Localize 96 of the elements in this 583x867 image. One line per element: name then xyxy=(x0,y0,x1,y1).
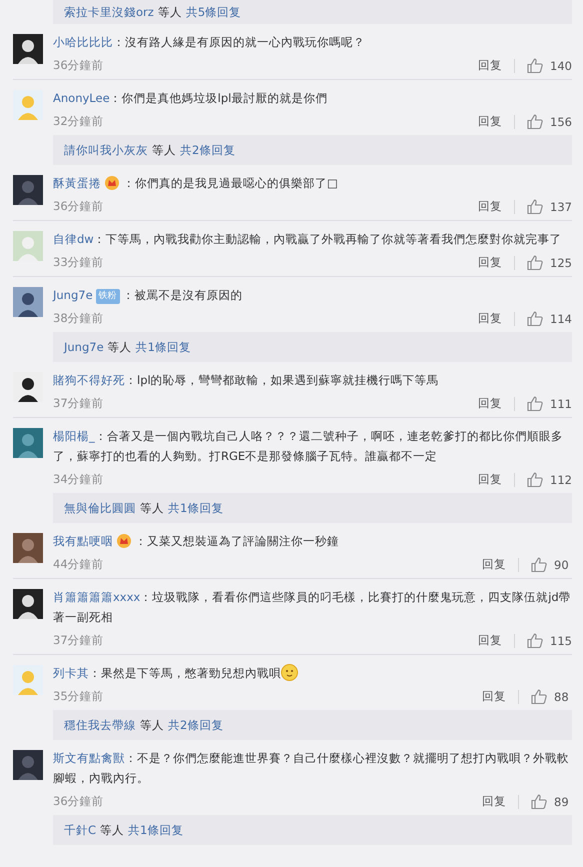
comment-time: 35分鐘前 xyxy=(53,689,105,704)
reply-thread-bar[interactable]: 索拉卡里沒錢orz 等人 共5條回复 xyxy=(53,0,572,24)
user-name[interactable]: 楊阳楊_ xyxy=(53,429,95,443)
comment-text: 肖簫簫簫簫xxxx：垃圾戰隊，看看你們這些隊員的叼毛樣，比賽打的什麼鬼玩意，四支隊伍就jd帶著一副死相 xyxy=(53,589,572,626)
reply-button[interactable]: 回复 xyxy=(482,689,506,704)
like-count: 156 xyxy=(550,114,572,128)
like-count: 111 xyxy=(550,396,572,410)
like-count: 140 xyxy=(550,58,572,72)
comment-text: 斯文有點禽獸：不是？你們怎麼能進世界賽？自己什麼樣心裡沒數？就擺明了想打內戰唄？外戰軟腳蝦，內戰內行。 xyxy=(53,750,570,787)
like-count: 88 xyxy=(554,690,570,704)
thumbs-up-icon[interactable] xyxy=(527,199,544,214)
user-name[interactable]: 列卡其 xyxy=(53,666,89,680)
thumbs-up-icon[interactable] xyxy=(527,633,544,648)
like-count: 90 xyxy=(554,558,570,572)
comment-time: 32分鐘前 xyxy=(53,114,105,129)
reply-users-link[interactable]: 請你叫我小灰灰 xyxy=(64,142,148,158)
comment-text: 列卡其：果然是下等馬，憋著勁兒想內戰唄 xyxy=(53,663,572,683)
reply-others-text: 等人 xyxy=(108,340,132,354)
reply-thread-bar[interactable]: 穩住我去帶線 等人 共2條回复 xyxy=(53,710,572,740)
reply-count-link[interactable]: 共5條回复 xyxy=(186,4,242,20)
like-count: 137 xyxy=(550,200,572,214)
thumbs-up-icon[interactable] xyxy=(531,689,547,704)
comment-time: 34分鐘前 xyxy=(53,472,105,487)
reply-users-link[interactable]: Jung7e xyxy=(64,340,104,354)
reply-count-link[interactable]: 共1條回复 xyxy=(136,340,191,354)
reply-count-link[interactable]: 共1條回复 xyxy=(128,822,184,838)
reply-button[interactable]: 回复 xyxy=(482,794,506,809)
user-name[interactable]: 我有點哽咽 xyxy=(53,534,113,548)
reply-others-text: 等人 xyxy=(100,822,124,838)
comment-time: 36分鐘前 xyxy=(53,58,105,73)
reply-users-link[interactable]: 穩住我去帶線 xyxy=(64,718,136,732)
user-name[interactable]: 賭狗不得好死 xyxy=(53,373,125,387)
reply-button[interactable]: 回复 xyxy=(478,58,502,73)
thumbs-up-icon[interactable] xyxy=(527,472,544,487)
user-name[interactable]: Jung7e xyxy=(53,288,93,302)
reply-thread-bar[interactable]: 千針C 等人 共1條回复 xyxy=(53,815,572,845)
reply-button[interactable]: 回复 xyxy=(482,557,506,572)
like-count: 112 xyxy=(550,472,572,486)
thumbs-up-icon[interactable] xyxy=(527,311,544,326)
reply-others-text: 等人 xyxy=(158,4,182,20)
comment-time: 33分鐘前 xyxy=(53,255,105,270)
reply-count-link[interactable]: 共1條回复 xyxy=(168,500,224,516)
thumbs-up-icon[interactable] xyxy=(527,114,544,129)
thumbs-up-icon[interactable] xyxy=(527,58,544,73)
crown-badge-icon xyxy=(104,176,120,190)
user-name[interactable]: AnonyLee xyxy=(53,91,110,105)
reply-thread-bar[interactable]: 無與倫比圓圓 等人 共1條回复 xyxy=(53,493,572,523)
comment-time: 44分鐘前 xyxy=(53,557,105,572)
thumbs-up-icon[interactable] xyxy=(527,396,544,411)
reply-button[interactable]: 回复 xyxy=(478,114,502,129)
comment-time: 37分鐘前 xyxy=(53,633,105,648)
like-count: 115 xyxy=(550,634,572,648)
comment-text: 我有點哽咽 ：又菜又想裝逼為了評論關注你一秒鐘 xyxy=(53,533,340,550)
fan-badge: 铁粉 xyxy=(96,289,120,304)
comment-time: 38分鐘前 xyxy=(53,311,105,326)
user-name[interactable]: 肖簫簫簫簫xxxx xyxy=(53,590,140,604)
reply-thread-bar[interactable]: 請你叫我小灰灰 等人 共2條回复 xyxy=(53,135,572,165)
comment-time: 36分鐘前 xyxy=(53,794,105,809)
comment-time: 36分鐘前 xyxy=(53,199,105,214)
thumbs-up-icon[interactable] xyxy=(531,557,547,572)
reply-others-text: 等人 xyxy=(152,142,176,158)
crown-badge-icon xyxy=(116,534,132,548)
reply-others-text: 等人 xyxy=(140,500,164,516)
reply-button[interactable]: 回复 xyxy=(478,199,502,214)
reply-users-link[interactable]: 索拉卡里沒錢orz xyxy=(64,4,154,20)
user-name[interactable]: 斯文有點禽獸 xyxy=(53,751,125,765)
comment-text: 自律dw：下等馬，內戰我勸你主動認輸，內戰贏了外戰再輸了你就等著看我們怎麼對你就完事了 xyxy=(53,231,563,248)
reply-button[interactable]: 回复 xyxy=(478,396,502,411)
avatar[interactable] xyxy=(13,34,43,64)
comment-text: Jung7e 铁粉 ：被罵不是沒有原因的 xyxy=(53,287,244,305)
reply-button[interactable]: 回复 xyxy=(478,633,502,648)
reply-others-text: 等人 xyxy=(140,718,164,732)
comment-text: AnonyLee：你們是真他媽垃圾lpl最討厭的就是你們 xyxy=(53,90,328,107)
reply-button[interactable]: 回复 xyxy=(478,255,502,270)
like-count: 89 xyxy=(554,794,570,808)
avatar[interactable] xyxy=(13,589,43,619)
user-name[interactable]: 小哈比比比 xyxy=(53,35,113,49)
user-name[interactable]: 自律dw xyxy=(53,232,94,246)
reply-thread-bar[interactable]: Jung7e 等人 共1條回复 xyxy=(53,332,572,362)
reply-button[interactable]: 回复 xyxy=(478,472,502,487)
comment-text: 酥黃蛋捲 ：你們真的是我見過最噁心的俱樂部了□ xyxy=(53,175,339,192)
comment-text: 賭狗不得好死：lpl的恥辱，彎彎都敢輸，如果遇到蘇寧就挂機行嗎下等馬 xyxy=(53,372,440,389)
comment-text: 小哈比比比：沒有路人緣是有原因的就一心內戰玩你嗎呢？ xyxy=(53,34,366,51)
like-count: 114 xyxy=(550,312,572,326)
comment-text: 楊阳楊_：合著又是一個內戰坑自己人咯？？？還二號种子，啊呸，連老乾爹打的都比你們順眼多了，蘇寧打的也看的人夠勁。打RGE不是那發條腦子瓦特。誰贏都不一定 xyxy=(53,428,564,465)
thumbs-up-icon[interactable] xyxy=(531,794,547,809)
avatar[interactable] xyxy=(13,372,43,402)
reply-count-link[interactable]: 共2條回复 xyxy=(168,718,224,732)
like-count: 125 xyxy=(550,256,572,270)
reply-button[interactable]: 回复 xyxy=(478,311,502,326)
reply-users-link[interactable]: 無與倫比圓圓 xyxy=(64,500,136,516)
user-name[interactable]: 酥黃蛋捲 xyxy=(53,176,101,190)
thumbs-up-icon[interactable] xyxy=(527,255,544,270)
comment-time: 37分鐘前 xyxy=(53,396,105,411)
reply-users-link[interactable]: 千針C xyxy=(64,822,96,838)
reply-count-link[interactable]: 共2條回复 xyxy=(180,142,236,158)
